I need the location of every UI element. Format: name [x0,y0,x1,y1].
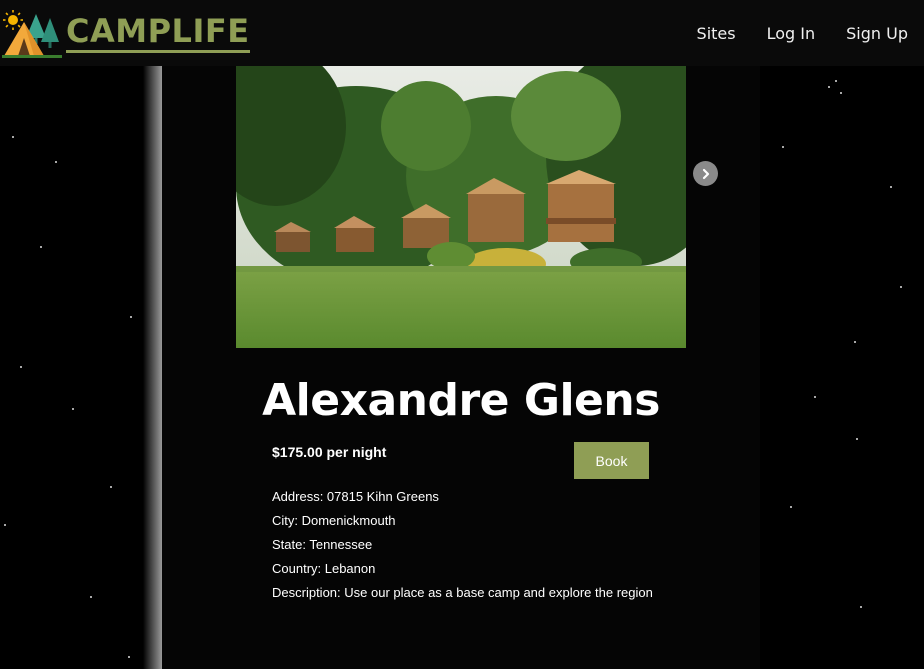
book-button[interactable]: Book [574,442,649,479]
carousel-next-button[interactable] [693,161,718,186]
detail-city: City: Domenickmouth [272,513,396,528]
nav-link-login[interactable]: Log In [767,24,816,43]
nav-link-sites[interactable]: Sites [697,24,736,43]
nav-link-signup[interactable]: Sign Up [846,24,908,43]
site-detail-panel: Alexandre Glens $175.00 per night Book A… [162,66,760,669]
panel-edge-glow-left [143,66,163,669]
chevron-right-icon [702,168,709,179]
site-title: Alexandre Glens [262,375,660,426]
campsite-photo [236,66,686,348]
brand[interactable]: CAMPLIFE [2,0,250,66]
price-per-night: $175.00 per night [272,444,387,460]
detail-state: State: Tennessee [272,537,373,552]
camplife-logo-icon [2,10,62,58]
detail-country: Country: Lebanon [272,561,376,576]
detail-address: Address: 07815 Kihn Greens [272,489,439,504]
site-details: Address: 07815 Kihn Greens City: Domenic… [272,485,712,605]
brand-name: CAMPLIFE [66,14,250,53]
nav-links: Sites Log In Sign Up [697,24,908,43]
navbar: CAMPLIFE Sites Log In Sign Up [0,0,924,66]
starry-background-left [0,66,162,669]
starry-background-right [760,66,924,669]
detail-description: Description: Use our place as a base cam… [272,585,653,600]
